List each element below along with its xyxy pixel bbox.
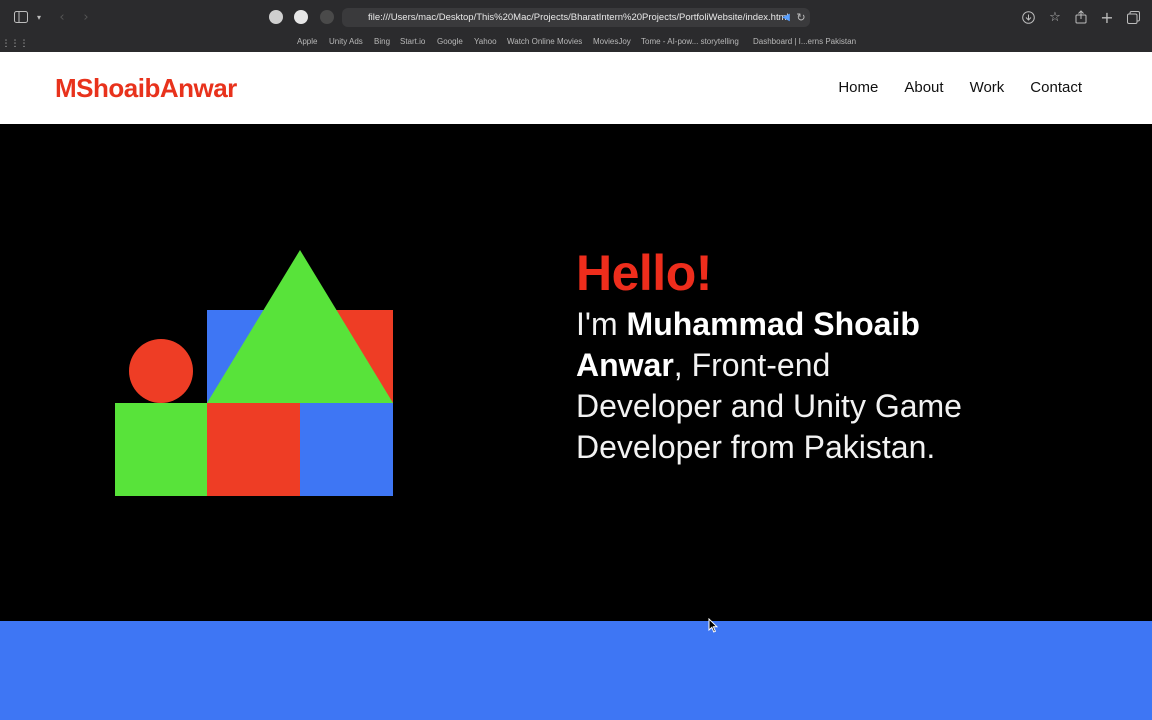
about-section (0, 621, 1152, 720)
nav-home-link[interactable]: Home (838, 79, 878, 96)
bookmark-item[interactable]: Start.io (400, 37, 425, 46)
bookmark-item[interactable]: Apple (297, 37, 317, 46)
nav-contact-link[interactable]: Contact (1030, 79, 1082, 96)
address-bar[interactable]: file:///Users/mac/Desktop/This%20Mac/Pro… (342, 8, 810, 27)
bookmark-item[interactable]: Yahoo (474, 37, 497, 46)
forward-icon[interactable]: › (80, 9, 92, 25)
bookmark-item[interactable]: Watch Online Movies (507, 37, 582, 46)
intro-prefix: I'm (576, 306, 627, 342)
chevron-down-icon[interactable]: ▾ (34, 9, 44, 25)
geometric-shapes-illustration (115, 250, 393, 496)
address-text: file:///Users/mac/Desktop/This%20Mac/Pro… (368, 12, 789, 23)
browser-toolbar: ▾ ‹ › file:///Users/mac/Desktop/This%20M… (0, 0, 1152, 34)
new-tab-icon[interactable]: + (1100, 8, 1114, 27)
share-icon[interactable] (1074, 9, 1088, 25)
bookmark-item[interactable]: Tome - AI-pow... storytelling (641, 37, 739, 46)
audio-icon[interactable]: ◀ (780, 9, 792, 25)
back-icon[interactable]: ‹ (56, 9, 68, 25)
bookmark-star-icon[interactable]: ☆ (1048, 9, 1062, 25)
main-nav: Home About Work Contact (812, 79, 1082, 96)
bookmark-item[interactable]: Bing (374, 37, 390, 46)
bookmark-item[interactable]: Unity Ads (329, 37, 363, 46)
bookmark-item[interactable]: MoviesJoy (593, 37, 631, 46)
tab-overview-icon[interactable] (1126, 9, 1140, 25)
extension-icon[interactable] (294, 10, 308, 24)
extension-icon[interactable] (269, 10, 283, 24)
mouse-cursor-icon (708, 617, 719, 638)
site-logo[interactable]: MShoaibAnwar (55, 73, 237, 104)
nav-work-link[interactable]: Work (970, 79, 1005, 96)
privacy-shield-icon[interactable] (320, 10, 334, 24)
bookmarks-bar: ⋮⋮⋮ Apple Unity Ads Bing Start.io Google… (0, 34, 1152, 52)
bookmark-item[interactable]: Dashboard | I...erns Pakistan (753, 37, 856, 46)
nav-about-link[interactable]: About (904, 79, 943, 96)
bookmark-item[interactable]: Google (437, 37, 463, 46)
hero-intro: I'm Muhammad Shoaib Anwar, Front-end Dev… (576, 304, 976, 468)
hero-section: Hello! I'm Muhammad Shoaib Anwar, Front-… (0, 124, 1152, 621)
hero-text: Hello! I'm Muhammad Shoaib Anwar, Front-… (576, 244, 976, 468)
site-header: MShoaibAnwar Home About Work Contact (0, 52, 1152, 124)
sidebar-toggle-icon[interactable] (14, 9, 28, 25)
browser-chrome: ▾ ‹ › file:///Users/mac/Desktop/This%20M… (0, 0, 1152, 52)
reload-icon[interactable]: ↻ (795, 9, 807, 25)
downloads-icon[interactable] (1021, 9, 1035, 25)
hero-greeting: Hello! (576, 245, 712, 301)
grid-icon[interactable]: ⋮⋮⋮ (2, 36, 29, 52)
